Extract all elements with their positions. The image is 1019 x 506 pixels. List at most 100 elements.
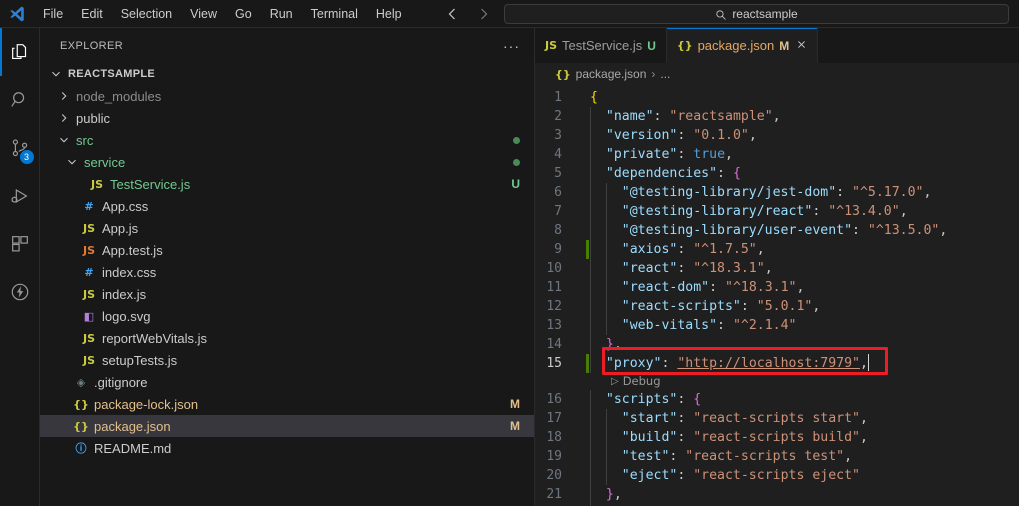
code-line-text: },: [583, 485, 622, 504]
code-editor[interactable]: 1{2 "name": "reactsample",3 "version": "…: [535, 85, 1019, 506]
tree-folder-item[interactable]: REACTSAMPLE: [40, 63, 534, 85]
tree-indent-spacer: [64, 308, 80, 324]
menu-go[interactable]: Go: [226, 3, 261, 25]
editor-tab[interactable]: {}package.jsonM: [667, 28, 818, 63]
tree-file-item[interactable]: #App.css: [40, 195, 534, 217]
command-center-search[interactable]: reactsample: [504, 4, 1009, 24]
tree-item-label: package-lock.json: [90, 397, 504, 412]
activity-search[interactable]: [0, 76, 40, 124]
tree-file-item[interactable]: {}package-lock.jsonM: [40, 393, 534, 415]
file-type-icon: JS: [80, 288, 98, 301]
indent-guide: [590, 297, 591, 316]
code-line[interactable]: 5 "dependencies": {: [535, 164, 1019, 183]
tree-file-item[interactable]: ◧logo.svg: [40, 305, 534, 327]
code-token: ,: [939, 223, 947, 238]
code-line[interactable]: 15 "proxy": "http://localhost:7979",: [535, 354, 1019, 373]
tree-folder-item[interactable]: service: [40, 151, 534, 173]
menu-help[interactable]: Help: [367, 3, 411, 25]
title-bar: File Edit Selection View Go Run Terminal…: [0, 0, 1019, 28]
code-line-text: "eject": "react-scripts eject": [583, 466, 860, 485]
code-token: :: [717, 166, 733, 181]
indent-guide: [590, 164, 591, 183]
code-line-text: "private": true,: [583, 145, 733, 164]
menu-selection[interactable]: Selection: [112, 3, 181, 25]
code-line[interactable]: 18 "build": "react-scripts build",: [535, 428, 1019, 447]
menu-run[interactable]: Run: [261, 3, 302, 25]
code-line[interactable]: 16 "scripts": {: [535, 390, 1019, 409]
code-line[interactable]: 17 "start": "react-scripts start",: [535, 409, 1019, 428]
tree-file-item[interactable]: JSsetupTests.js: [40, 349, 534, 371]
close-icon[interactable]: [796, 39, 807, 52]
code-token: }: [606, 487, 614, 502]
menu-terminal[interactable]: Terminal: [302, 3, 367, 25]
tree-file-item[interactable]: JSApp.test.js: [40, 239, 534, 261]
indent-guide: [590, 259, 591, 278]
code-token: :: [852, 223, 868, 238]
code-line[interactable]: 3 "version": "0.1.0",: [535, 126, 1019, 145]
menu-edit[interactable]: Edit: [72, 3, 112, 25]
breadcrumb[interactable]: {} package.json › ...: [535, 63, 1019, 85]
chevron-right-icon: [56, 88, 72, 104]
code-line[interactable]: 9 "axios": "^1.7.5",: [535, 240, 1019, 259]
code-line[interactable]: 19 "test": "react-scripts test",: [535, 447, 1019, 466]
code-token: [590, 392, 606, 407]
file-tree[interactable]: REACTSAMPLEnode_modulespublicsrcserviceJ…: [40, 63, 534, 506]
code-token: :: [677, 468, 693, 483]
indent-guide: [590, 409, 591, 428]
tree-file-item[interactable]: {}package.jsonM: [40, 415, 534, 437]
tree-file-item[interactable]: JSTestService.jsU: [40, 173, 534, 195]
code-token: "0.1.0": [693, 128, 749, 143]
code-token: {: [590, 90, 598, 105]
activity-thunder-client[interactable]: [0, 268, 40, 316]
menu-file[interactable]: File: [34, 3, 72, 25]
activity-explorer[interactable]: [0, 28, 40, 76]
explorer-more-actions-icon[interactable]: ···: [493, 41, 530, 51]
code-token: "reactsample": [669, 109, 772, 124]
line-number: 3: [535, 126, 583, 145]
code-line-text: "web-vitals": "^2.1.4": [583, 316, 796, 335]
arrow-right-icon[interactable]: [476, 6, 492, 22]
code-line[interactable]: 14 },: [535, 335, 1019, 354]
tree-file-item[interactable]: JSindex.js: [40, 283, 534, 305]
tree-folder-item[interactable]: public: [40, 107, 534, 129]
breadcrumb-tail[interactable]: ...: [660, 67, 670, 81]
tree-file-item[interactable]: JSreportWebVitals.js: [40, 327, 534, 349]
activity-source-control[interactable]: 3: [0, 124, 40, 172]
tree-file-item[interactable]: ◈.gitignore: [40, 371, 534, 393]
code-line[interactable]: 21 },: [535, 485, 1019, 504]
code-line[interactable]: 6 "@testing-library/jest-dom": "^5.17.0"…: [535, 183, 1019, 202]
code-line[interactable]: 2 "name": "reactsample",: [535, 107, 1019, 126]
chevron-down-icon: [48, 66, 64, 82]
code-line[interactable]: 20 "eject": "react-scripts eject": [535, 466, 1019, 485]
code-line[interactable]: 10 "react": "^18.3.1",: [535, 259, 1019, 278]
menu-bar[interactable]: File Edit Selection View Go Run Terminal…: [34, 3, 411, 25]
code-token: :: [654, 109, 670, 124]
editor-tab-bar[interactable]: JSTestService.jsU{}package.jsonM: [535, 28, 1019, 63]
activity-run-and-debug[interactable]: [0, 172, 40, 220]
editor-tab[interactable]: JSTestService.jsU: [535, 28, 667, 63]
menu-view[interactable]: View: [181, 3, 226, 25]
code-line[interactable]: 11 "react-dom": "^18.3.1",: [535, 278, 1019, 297]
tree-folder-item[interactable]: src: [40, 129, 534, 151]
code-line[interactable]: 12 "react-scripts": "5.0.1",: [535, 297, 1019, 316]
tree-file-item[interactable]: #index.css: [40, 261, 534, 283]
breadcrumb-file[interactable]: package.json: [576, 67, 647, 81]
explorer-header: EXPLORER ···: [40, 28, 534, 63]
activity-extensions[interactable]: [0, 220, 40, 268]
code-line[interactable]: 7 "@testing-library/react": "^13.4.0",: [535, 202, 1019, 221]
tree-file-item[interactable]: ⓘREADME.md: [40, 437, 534, 459]
indent-guide: [590, 466, 591, 485]
indent-guide: [606, 278, 607, 297]
tree-file-item[interactable]: JSApp.js: [40, 217, 534, 239]
codelens-debug[interactable]: ▷Debug: [535, 373, 1019, 390]
arrow-left-icon[interactable]: [444, 6, 460, 22]
codelens-label[interactable]: Debug: [623, 372, 661, 391]
indent-guide: [590, 183, 591, 202]
code-token: :: [677, 128, 693, 143]
code-line[interactable]: 1{: [535, 88, 1019, 107]
tree-folder-item[interactable]: node_modules: [40, 85, 534, 107]
code-line[interactable]: 8 "@testing-library/user-event": "^13.5.…: [535, 221, 1019, 240]
menu-selection-label: Selection: [121, 7, 172, 21]
code-line[interactable]: 13 "web-vitals": "^2.1.4": [535, 316, 1019, 335]
code-line[interactable]: 4 "private": true,: [535, 145, 1019, 164]
